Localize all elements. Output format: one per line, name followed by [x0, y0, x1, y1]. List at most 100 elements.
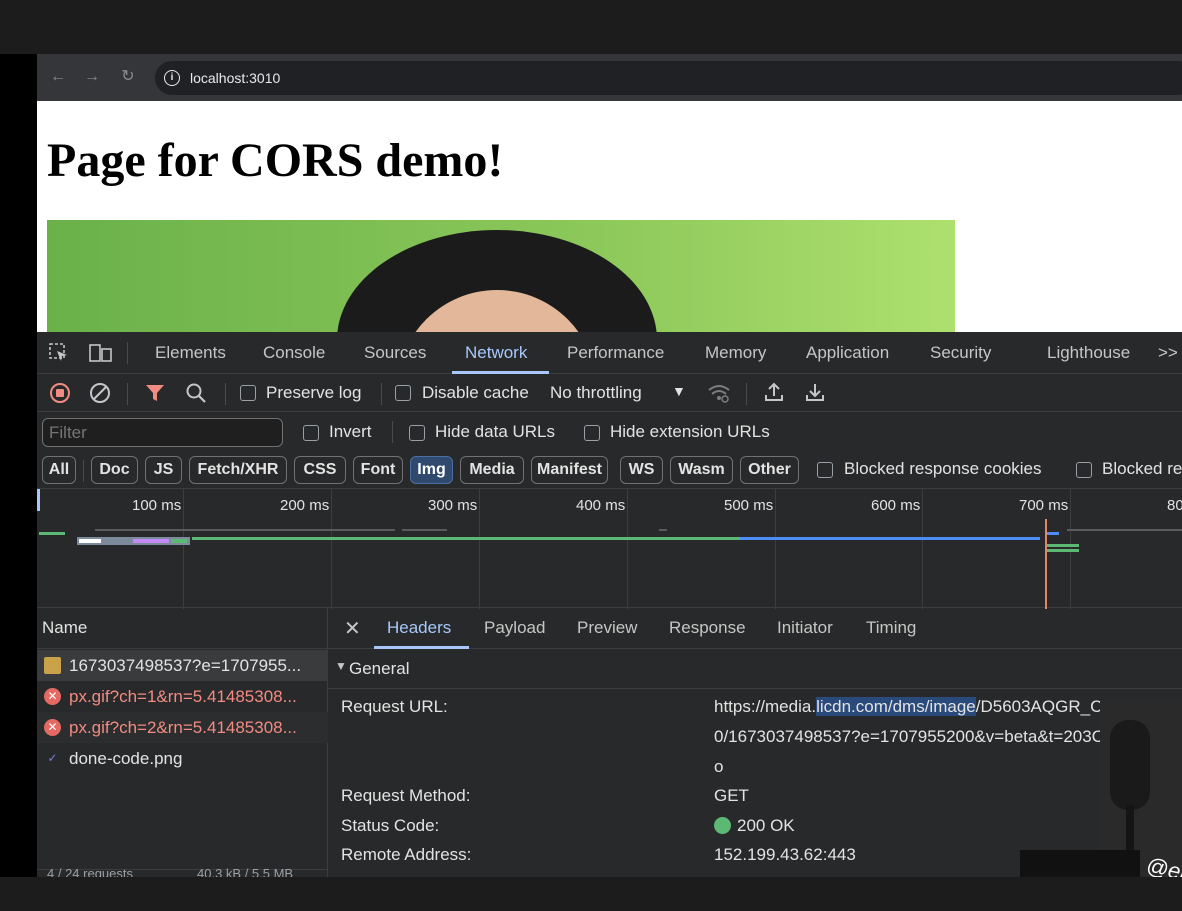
- preserve-log-checkbox[interactable]: [240, 385, 256, 401]
- tab-payload[interactable]: Payload: [484, 618, 545, 638]
- hide-extension-urls-checkbox[interactable]: [584, 425, 600, 441]
- collapse-triangle-icon[interactable]: ▼: [335, 659, 347, 673]
- type-other[interactable]: Other: [740, 456, 799, 484]
- timeline-gridline: [627, 489, 628, 609]
- back-icon[interactable]: ←: [47, 66, 69, 88]
- type-manifest[interactable]: Manifest: [531, 456, 608, 484]
- throttling-select[interactable]: No throttling: [550, 383, 642, 403]
- tab-preview[interactable]: Preview: [577, 618, 637, 638]
- tab-network[interactable]: Network: [465, 343, 527, 363]
- resource-type-row: All Doc JS Fetch/XHR CSS Font Img Media …: [37, 452, 1182, 488]
- timeline-bar: [1067, 529, 1182, 531]
- more-tabs-icon[interactable]: >>: [1158, 343, 1178, 363]
- search-icon[interactable]: [185, 382, 207, 409]
- status-code-value: 200 OK: [714, 816, 795, 836]
- inspect-icon[interactable]: [48, 342, 70, 369]
- info-icon[interactable]: i: [164, 70, 180, 86]
- type-wasm[interactable]: Wasm: [670, 456, 733, 484]
- general-section-header[interactable]: ▼ General: [328, 649, 1182, 689]
- type-all[interactable]: All: [42, 456, 76, 484]
- timeline-tick-label: 600 ms: [871, 497, 921, 514]
- disable-cache-label: Disable cache: [422, 383, 529, 402]
- clear-icon[interactable]: [89, 382, 111, 409]
- device-toolbar-icon[interactable]: [89, 342, 113, 369]
- disable-cache-checkbox[interactable]: [395, 385, 411, 401]
- tab-console[interactable]: Console: [263, 343, 325, 363]
- type-media[interactable]: Media: [460, 456, 524, 484]
- tab-sources[interactable]: Sources: [364, 343, 426, 363]
- tab-memory[interactable]: Memory: [705, 343, 766, 363]
- timeline-bar: [79, 539, 101, 543]
- separator: [83, 460, 84, 482]
- timeline-bar: [171, 539, 187, 543]
- request-row[interactable]: ✕ px.gif?ch=1&rn=5.41485308...: [37, 681, 328, 712]
- timeline-tick-label: 500 ms: [724, 497, 774, 514]
- status-ok-icon: [714, 817, 731, 834]
- page-title: Page for CORS demo!: [47, 134, 504, 187]
- filter-input[interactable]: [42, 418, 283, 447]
- type-css[interactable]: CSS: [294, 456, 346, 484]
- timeline-bar: [133, 539, 169, 543]
- invert-checkbox[interactable]: [303, 425, 319, 441]
- timeline-gridline: [922, 489, 923, 609]
- separator: [127, 383, 128, 405]
- forward-icon[interactable]: →: [81, 66, 103, 88]
- timeline-start-marker: [37, 489, 40, 511]
- blocked-requests-checkbox[interactable]: [1076, 462, 1092, 478]
- tab-response[interactable]: Response: [669, 618, 746, 638]
- bottom-bar: [0, 877, 1182, 911]
- export-har-icon[interactable]: [804, 381, 826, 408]
- request-method-value: GET: [714, 786, 749, 805]
- tab-timing[interactable]: Timing: [866, 618, 916, 638]
- tab-initiator[interactable]: Initiator: [777, 618, 833, 638]
- network-conditions-icon[interactable]: [707, 382, 731, 409]
- blocked-response-cookies-checkbox[interactable]: [817, 462, 833, 478]
- timeline-tick-label: 80: [1167, 497, 1182, 514]
- tab-elements[interactable]: Elements: [155, 343, 226, 363]
- record-stop-icon[interactable]: [49, 382, 71, 409]
- name-column-header[interactable]: Name: [42, 618, 87, 638]
- timeline-tick-label: 200 ms: [280, 497, 330, 514]
- type-img[interactable]: Img: [410, 456, 453, 484]
- filter-icon[interactable]: [144, 382, 166, 409]
- status-text: 200 OK: [737, 816, 795, 835]
- tab-lighthouse[interactable]: Lighthouse: [1047, 343, 1130, 363]
- type-font[interactable]: Font: [353, 456, 403, 484]
- tab-security[interactable]: Security: [930, 343, 991, 363]
- hide-data-urls-checkbox[interactable]: [409, 425, 425, 441]
- timeline-gridline: [479, 489, 480, 609]
- devtools-tabbar: Elements Console Sources Network Perform…: [37, 332, 1182, 374]
- request-list-header[interactable]: Name: [37, 608, 328, 649]
- tab-performance[interactable]: Performance: [567, 343, 664, 363]
- url-text: localhost:3010: [190, 70, 281, 86]
- reload-icon[interactable]: ↻: [117, 66, 139, 88]
- type-js[interactable]: JS: [145, 456, 182, 484]
- left-bar: [0, 54, 37, 877]
- separator: [381, 383, 382, 405]
- request-name: px.gif?ch=2&rn=5.41485308...: [69, 718, 297, 737]
- timeline-tick-label: 100 ms: [132, 497, 182, 514]
- request-row[interactable]: ✕ px.gif?ch=2&rn=5.41485308...: [37, 712, 328, 743]
- request-summary: 4 / 24 requests 40.3 kB / 5.5 MB: [37, 866, 328, 877]
- request-row[interactable]: 1673037498537?e=1707955...: [37, 650, 328, 681]
- type-doc[interactable]: Doc: [91, 456, 138, 484]
- close-icon[interactable]: ✕: [344, 616, 361, 641]
- dropdown-arrow-icon[interactable]: ▼: [672, 383, 686, 399]
- timeline-bar: [95, 529, 395, 531]
- timeline-bar: [192, 537, 740, 540]
- type-ws[interactable]: WS: [620, 456, 663, 484]
- network-overview-timeline[interactable]: 100 ms 200 ms 300 ms 400 ms 500 ms 600 m…: [37, 488, 1182, 609]
- tab-application[interactable]: Application: [806, 343, 889, 363]
- separator: [392, 421, 393, 443]
- omnibox[interactable]: i localhost:3010: [155, 61, 1182, 95]
- timeline-tick-label: 400 ms: [576, 497, 626, 514]
- timeline-gridline: [331, 489, 332, 609]
- type-fetch-xhr[interactable]: Fetch/XHR: [189, 456, 287, 484]
- request-row[interactable]: ✓ done-code.png: [37, 743, 328, 774]
- tab-headers[interactable]: Headers: [387, 618, 451, 638]
- import-har-icon[interactable]: [763, 381, 785, 408]
- request-name: done-code.png: [69, 749, 183, 768]
- remote-address-label: Remote Address:: [341, 845, 472, 864]
- timeline-tick-label: 700 ms: [1019, 497, 1069, 514]
- blocked-response-cookies-label: Blocked response cookies: [844, 459, 1042, 478]
